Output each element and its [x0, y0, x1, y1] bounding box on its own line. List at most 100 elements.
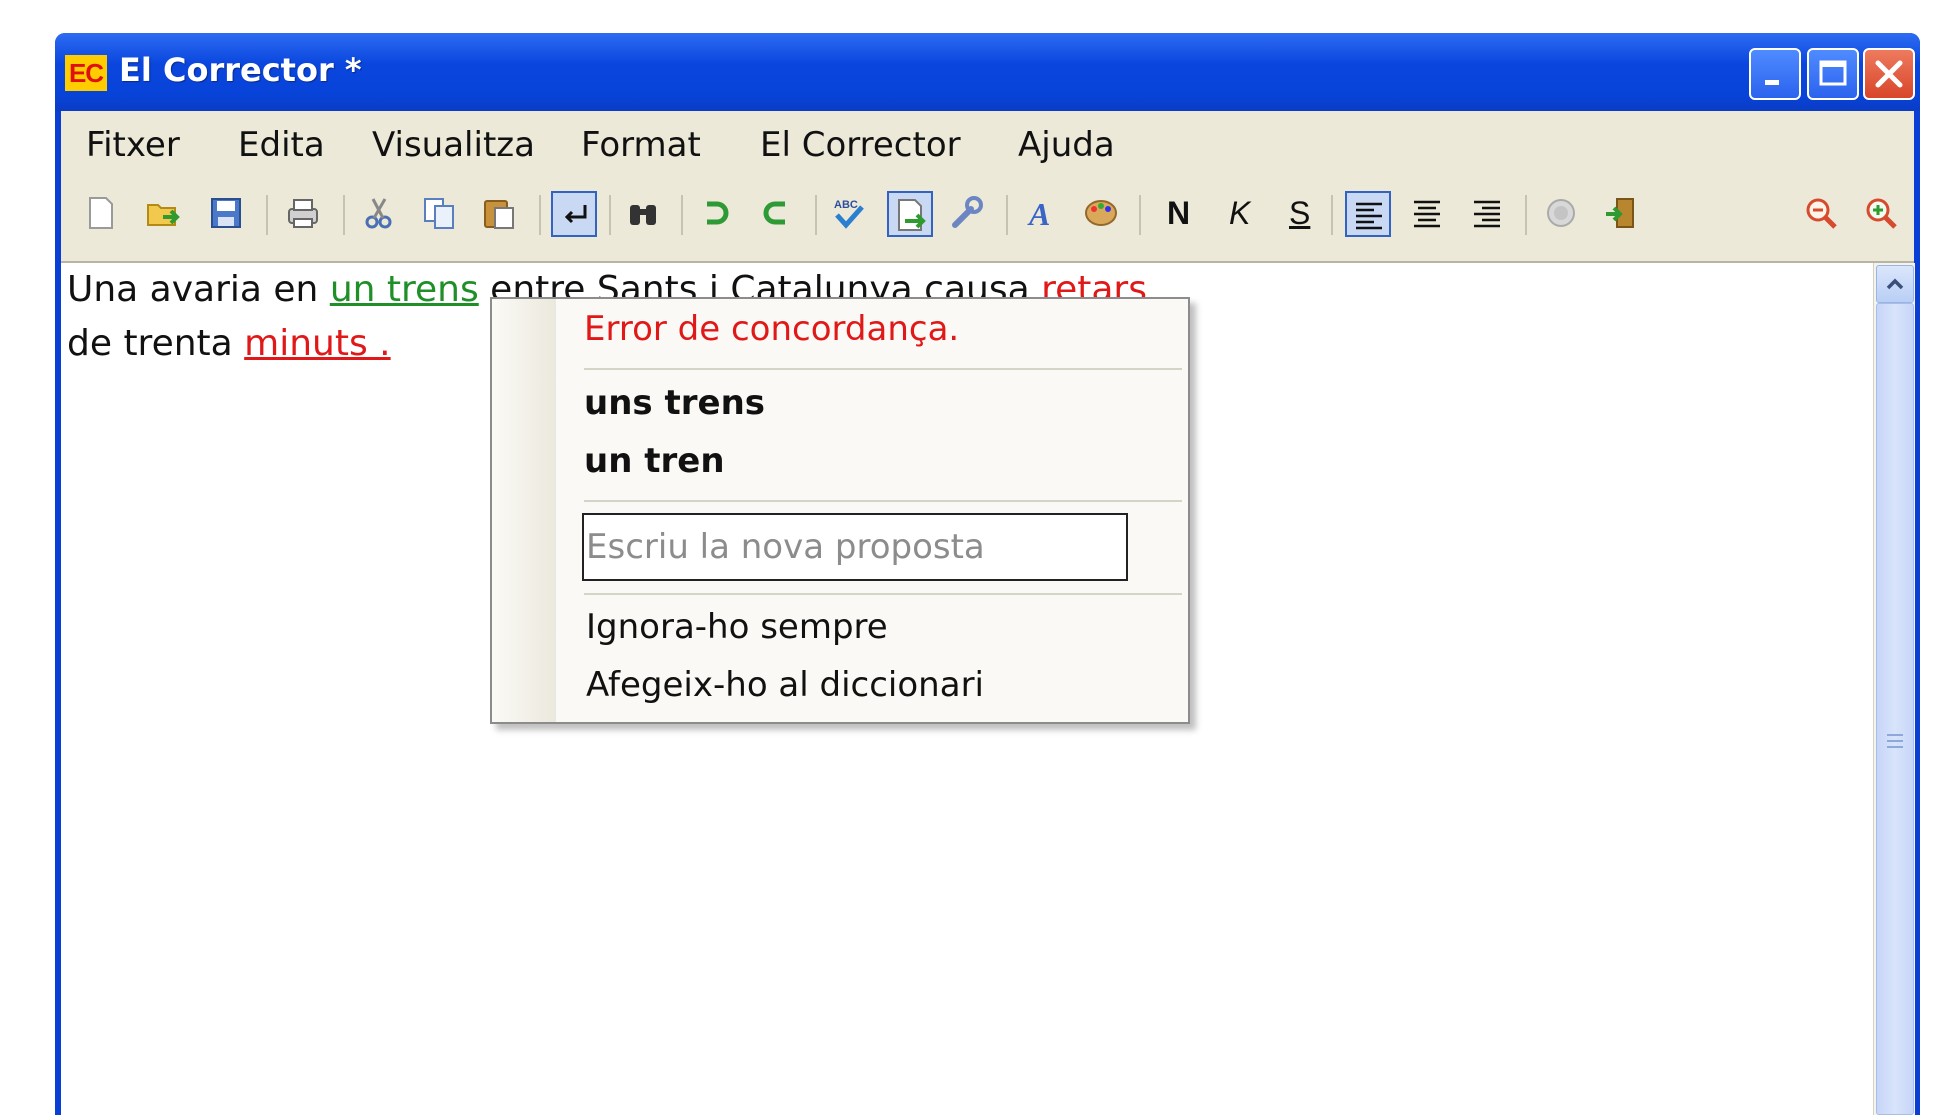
menu-el-corrector[interactable]: El Corrector [756, 125, 965, 165]
redo-button[interactable] [755, 191, 801, 237]
underline-button[interactable]: S [1289, 195, 1310, 232]
toolbar: ABC A N K S [61, 181, 1914, 263]
undo-button[interactable] [693, 191, 739, 237]
color-palette-icon [1085, 200, 1117, 226]
spelling-error-highlight[interactable]: minuts . [244, 323, 390, 364]
suggestion-item[interactable]: uns trens [584, 383, 765, 423]
zoom-in-button[interactable] [1859, 191, 1905, 237]
toolbar-separator [266, 195, 268, 235]
spellcheck-icon: ABC [834, 199, 864, 229]
menu-bar: Fitxer Edita Visualitza Format El Correc… [61, 111, 1914, 181]
context-menu: Error de concordança. uns trens un tren … [490, 297, 1190, 724]
maximize-button[interactable] [1807, 48, 1859, 100]
redo-icon [763, 201, 785, 225]
minimize-button[interactable] [1749, 48, 1801, 100]
new-document-icon [89, 197, 113, 229]
print-icon [288, 199, 318, 228]
scroll-thumb[interactable] [1876, 303, 1914, 1115]
menu-edita[interactable]: Edita [234, 125, 329, 165]
close-icon [1875, 60, 1903, 88]
vertical-scrollbar[interactable] [1873, 263, 1915, 1115]
chevron-up-icon [1886, 278, 1904, 290]
info-icon [1547, 199, 1575, 227]
toolbar-separator [1006, 195, 1008, 235]
svg-text:A: A [1027, 196, 1050, 231]
italic-button[interactable]: K [1229, 195, 1250, 232]
line-break-icon [564, 205, 587, 224]
exit-icon [1606, 198, 1634, 228]
menu-gutter [492, 299, 556, 722]
text-segment: de trenta [67, 323, 245, 364]
font-button[interactable]: A [1019, 191, 1065, 237]
align-left-icon [1356, 202, 1382, 230]
zoom-in-icon [1866, 198, 1897, 229]
svg-text:ABC: ABC [834, 199, 858, 211]
toolbar-separator [343, 195, 345, 235]
toolbar-separator [815, 195, 817, 235]
font-icon: A [1027, 196, 1050, 231]
open-folder-icon [147, 204, 180, 226]
minimize-icon [1765, 80, 1779, 85]
settings-button[interactable] [945, 191, 991, 237]
paste-button[interactable] [477, 191, 523, 237]
text-segment: Una avaria en [67, 269, 330, 310]
suggestion-item[interactable]: un tren [584, 441, 725, 481]
cut-button[interactable] [357, 191, 403, 237]
maximize-icon [1819, 60, 1847, 86]
save-icon [211, 198, 241, 228]
align-left-toggle[interactable] [1345, 191, 1391, 237]
copy-icon [424, 198, 454, 229]
toolbar-separator [1525, 195, 1527, 235]
cut-icon [365, 198, 392, 229]
bold-button[interactable]: N [1167, 195, 1190, 232]
spellcheck-button[interactable]: ABC [827, 191, 873, 237]
menu-separator [584, 368, 1182, 370]
copy-button[interactable] [417, 191, 463, 237]
window-title: El Corrector * [119, 51, 362, 89]
info-button[interactable] [1539, 191, 1585, 237]
zoom-out-button[interactable] [1799, 191, 1845, 237]
scroll-up-button[interactable] [1876, 265, 1914, 303]
next-error-toggle[interactable] [887, 191, 933, 237]
align-center-icon [1414, 200, 1440, 228]
close-button[interactable] [1863, 48, 1915, 100]
open-button[interactable] [141, 191, 187, 237]
menu-separator [584, 593, 1182, 595]
menu-ajuda[interactable]: Ajuda [1014, 125, 1119, 165]
align-right-icon [1474, 200, 1500, 228]
grammar-error-highlight[interactable]: un trens [330, 269, 479, 310]
align-center-button[interactable] [1405, 191, 1451, 237]
next-error-icon [898, 199, 926, 231]
menu-fitxer[interactable]: Fitxer [82, 125, 184, 165]
zoom-out-icon [1806, 198, 1837, 229]
error-message: Error de concordança. [584, 309, 960, 349]
app-icon: EC [65, 55, 107, 91]
menu-format[interactable]: Format [577, 125, 705, 165]
exit-button[interactable] [1599, 191, 1645, 237]
toolbar-separator [609, 195, 611, 235]
add-to-dictionary-item[interactable]: Afegeix-ho al diccionari [586, 665, 984, 705]
ignore-always-item[interactable]: Ignora-ho sempre [586, 607, 888, 647]
print-button[interactable] [281, 191, 327, 237]
title-bar[interactable]: EC El Corrector * [55, 33, 1920, 111]
toolbar-separator [539, 195, 541, 235]
grip-line [1887, 740, 1903, 742]
color-button[interactable] [1079, 191, 1125, 237]
grip-line [1887, 734, 1903, 736]
toolbar-separator [1139, 195, 1141, 235]
settings-wrench-icon [952, 196, 983, 228]
paste-icon [484, 200, 514, 229]
grip-line [1887, 746, 1903, 748]
line-break-toggle[interactable] [551, 191, 597, 237]
find-icon [630, 205, 656, 225]
new-proposal-input[interactable] [582, 513, 1128, 581]
menu-separator [584, 500, 1182, 502]
save-button[interactable] [204, 191, 250, 237]
toolbar-separator [1331, 195, 1333, 235]
align-right-button[interactable] [1465, 191, 1511, 237]
menu-visualitza[interactable]: Visualitza [368, 125, 539, 165]
undo-icon [707, 201, 729, 225]
toolbar-separator [681, 195, 683, 235]
new-button[interactable] [79, 191, 125, 237]
find-button[interactable] [621, 191, 667, 237]
